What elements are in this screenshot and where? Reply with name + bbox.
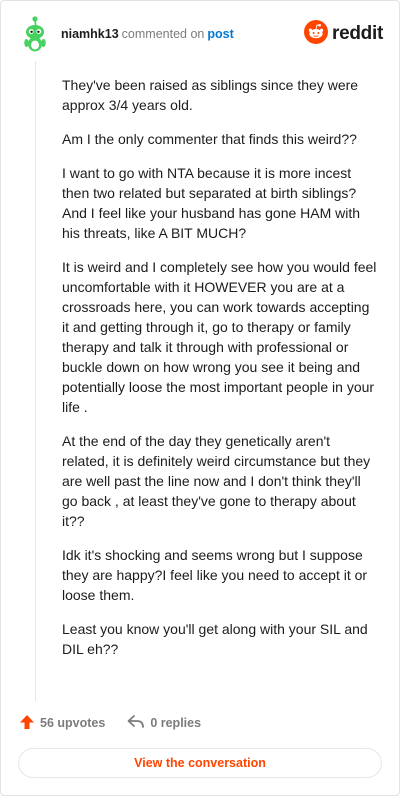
reddit-logo[interactable]: reddit [304,19,383,49]
comment-paragraph: Least you know you'll get along with you… [62,621,368,657]
post-link[interactable]: post [207,27,233,41]
view-conversation-button[interactable]: View the conversation [18,748,382,778]
commented-on-text: commented on [121,27,205,41]
comment-paragraph: I want to go with NTA because it is more… [62,165,361,241]
reply-arrow-icon[interactable] [127,714,150,733]
comment-body: They've been raised as siblings since th… [62,75,380,673]
comment-paragraph: They've been raised as siblings since th… [62,77,359,113]
comment-actions: 56 upvotes 0 replies [19,713,223,733]
comment-paragraph: At the end of the day they genetically a… [62,433,371,529]
comment-paragraph: Idk it's shocking and seems wrong but I … [62,547,368,603]
snoo-avatar-icon[interactable] [19,15,51,53]
thread-line [35,61,36,701]
upvote-action[interactable]: 56 upvotes [19,714,105,733]
upvote-arrow-icon[interactable] [19,714,40,733]
reply-action[interactable]: 0 replies [127,714,201,733]
comment-header: niamhk13 commented on post reddit [19,15,383,55]
comment-card: niamhk13 commented on post reddit They'v… [0,0,400,796]
comment-meta: niamhk13 commented on post [61,26,234,42]
comment-paragraph: It is weird and I completely see how you… [62,259,377,415]
comment-paragraph: Am I the only commenter that finds this … [62,131,357,147]
reddit-snoo-icon [304,19,329,49]
reddit-wordmark: reddit [332,23,383,44]
username[interactable]: niamhk13 [61,27,119,41]
replies-count: 0 replies [150,716,202,730]
upvotes-count: 56 upvotes [40,716,106,730]
